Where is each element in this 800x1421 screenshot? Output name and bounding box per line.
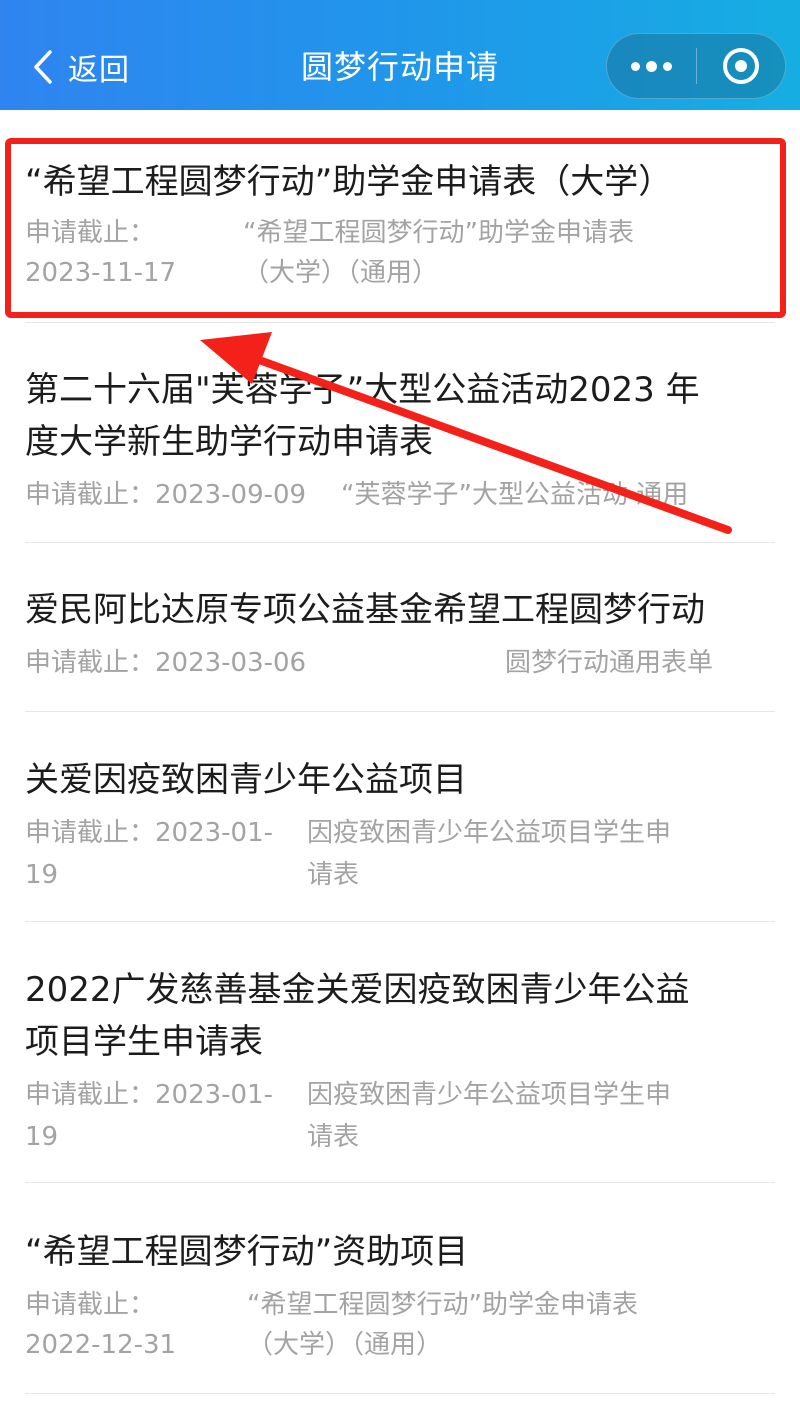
deadline-label: 申请截止：	[25, 218, 156, 248]
item-title-line2: 度大学新生助学行动申请表	[25, 422, 433, 462]
item-title: “希望工程圆梦行动”助学金申请表（大学）	[25, 162, 673, 202]
deadline-text: 申请截止：2023-09-09	[25, 480, 307, 510]
form-name-line2: （大学）（通用）	[247, 1330, 443, 1360]
form-name-line1: “希望工程圆梦行动”助学金申请表	[243, 218, 634, 248]
more-dots-icon	[628, 60, 675, 72]
more-button[interactable]	[607, 34, 696, 98]
list-item-1[interactable]: “希望工程圆梦行动”助学金申请表（大学） 申请截止： 2023-11-17 “希…	[25, 156, 775, 306]
deadline-text: 申请截止：2023-03-06	[25, 648, 307, 678]
list-item-5[interactable]: 2022广发慈善基金关爱因疫致困青少年公益 项目学生申请表 申请截止：2023-…	[25, 964, 775, 1164]
form-name-line1: 因疫致困青少年公益项目学生申	[307, 1080, 672, 1110]
item-title: 关爱因疫致困青少年公益项目	[25, 760, 467, 800]
divider	[25, 542, 775, 543]
deadline-date: 2023-11-17	[25, 258, 177, 288]
close-button[interactable]	[697, 34, 786, 98]
divider	[25, 322, 775, 323]
deadline-line1: 申请截止：2023-01-	[25, 1080, 274, 1110]
form-name-line2: 请表	[307, 860, 360, 890]
item-title: “希望工程圆梦行动”资助项目	[25, 1232, 469, 1272]
divider	[25, 921, 775, 922]
item-title-line1: 第二十六届"芙蓉学子”大型公益活动2023 年	[25, 370, 700, 410]
form-name: 圆梦行动通用表单	[505, 648, 714, 678]
divider	[25, 1393, 775, 1394]
list-item-3[interactable]: 爱民阿比达原专项公益基金希望工程圆梦行动 申请截止：2023-03-06 圆梦行…	[25, 584, 775, 684]
form-name-line1: 因疫致困青少年公益项目学生申	[307, 818, 672, 848]
item-title-line1: 2022广发慈善基金关爱因疫致困青少年公益	[25, 970, 690, 1010]
divider	[25, 1182, 775, 1183]
form-name-line2: （大学）（通用）	[243, 258, 439, 288]
form-name-line2: 请表	[307, 1122, 360, 1152]
list-item-6[interactable]: “希望工程圆梦行动”资助项目 申请截止： 2022-12-31 “希望工程圆梦行…	[25, 1226, 775, 1376]
deadline-line1: 申请截止：2023-01-	[25, 818, 274, 848]
list-item-2[interactable]: 第二十六届"芙蓉学子”大型公益活动2023 年 度大学新生助学行动申请表 申请截…	[25, 364, 775, 524]
form-name: “芙蓉学子”大型公益活动·通用	[341, 480, 689, 510]
item-title: 爱民阿比达原专项公益基金希望工程圆梦行动	[25, 590, 705, 630]
close-target-icon	[722, 48, 759, 84]
deadline-line2: 19	[25, 860, 59, 890]
deadline-date: 2022-12-31	[25, 1330, 177, 1360]
nav-bar: 返回 圆梦行动申请	[0, 0, 800, 110]
list-item-4[interactable]: 关爱因疫致困青少年公益项目 申请截止：2023-01- 19 因疫致困青少年公益…	[25, 754, 775, 894]
form-name-line1: “希望工程圆梦行动”助学金申请表	[247, 1290, 638, 1320]
divider	[25, 711, 775, 712]
deadline-line2: 19	[25, 1122, 59, 1152]
item-title-line2: 项目学生申请表	[25, 1022, 263, 1062]
deadline-label: 申请截止：	[25, 1290, 156, 1320]
miniprogram-capsule	[606, 33, 786, 99]
